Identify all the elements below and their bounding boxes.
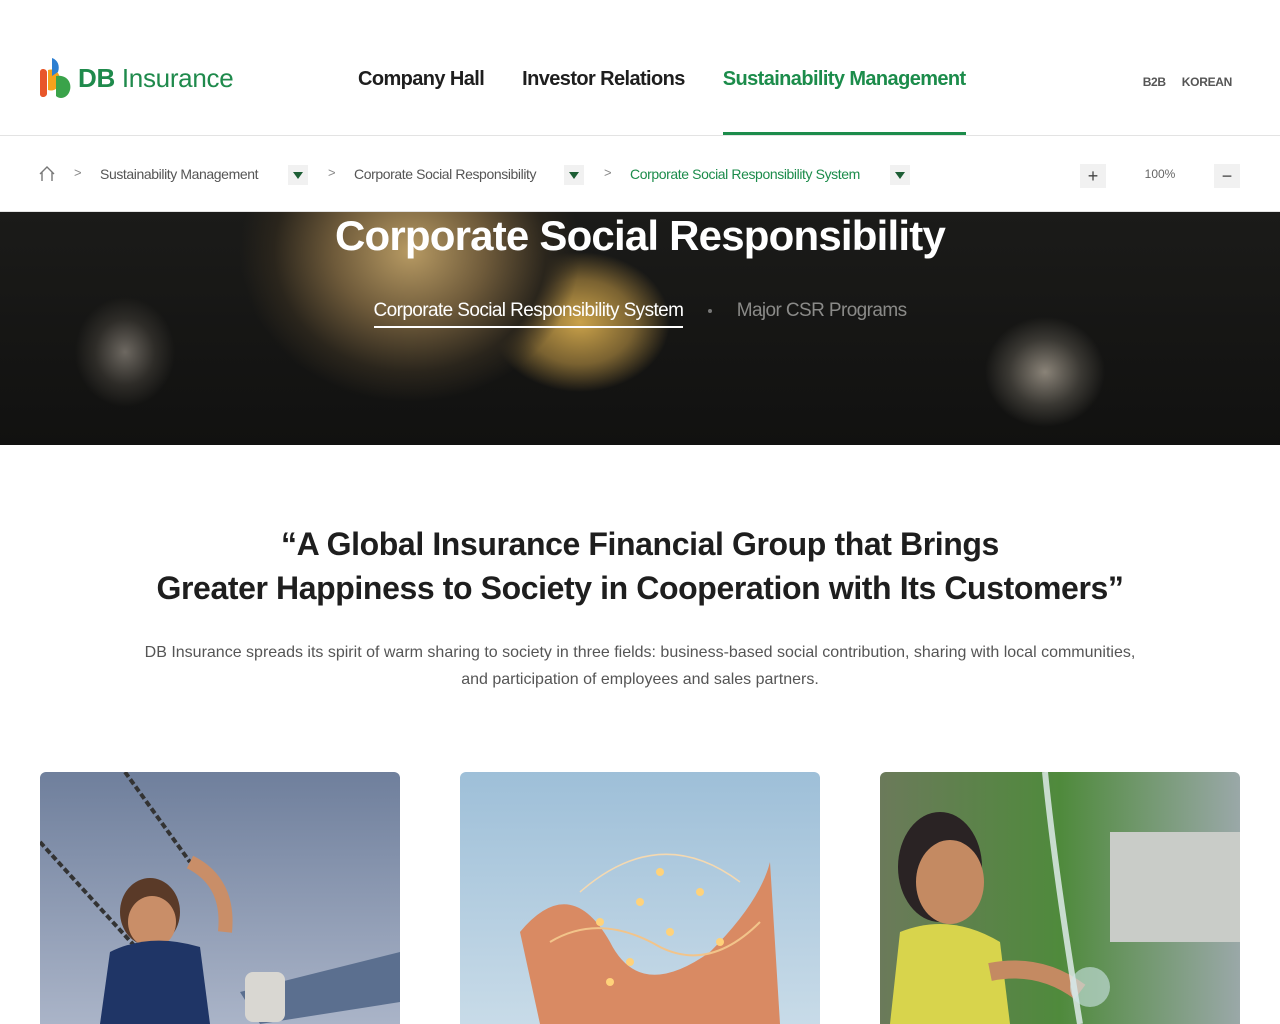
breadcrumb-dropdown-1[interactable] (288, 165, 308, 185)
db-insurance-logo[interactable]: DB Insurance (38, 56, 234, 100)
tab-csr-system[interactable]: Corporate Social Responsibility System (373, 300, 684, 328)
breadcrumb-item-csr-system[interactable]: Corporate Social Responsibility System (630, 166, 860, 182)
intro-description: DB Insurance spreads its spirit of warm … (100, 639, 1180, 693)
nav-item-company-hall[interactable]: Company Hall (358, 68, 485, 136)
nav-item-investor-relations[interactable]: Investor Relations (522, 68, 685, 136)
breadcrumb-item-csr[interactable]: Corporate Social Responsibility (354, 166, 537, 182)
breadcrumb-dropdown-2[interactable] (564, 165, 584, 185)
card-image-lights (460, 772, 820, 1024)
zoom-level: 100% (1144, 167, 1176, 181)
vision-quote-line-1: “A Global Insurance Financial Group that… (281, 526, 999, 562)
site-header: DB Insurance Company Hall Investor Relat… (0, 0, 1280, 136)
tab-major-csr-programs[interactable]: Major CSR Programs (737, 300, 907, 326)
breadcrumb: > Sustainability Management > Corporate … (0, 136, 1280, 212)
hero-tabs: Corporate Social Responsibility System M… (0, 300, 1280, 328)
tab-divider-dot (708, 308, 713, 313)
breadcrumb-item-sustainability[interactable]: Sustainability Management (100, 166, 259, 182)
nav-item-sustainability-management[interactable]: Sustainability Management (722, 68, 966, 136)
hero-banner: Corporate Social Responsibility Corporat… (0, 212, 1280, 445)
breadcrumb-separator: > (604, 165, 612, 180)
language-link[interactable]: KOREAN (1182, 75, 1233, 89)
page-title: Corporate Social Responsibility (335, 212, 946, 259)
breadcrumb-separator: > (74, 165, 82, 180)
brand-name: DB Insurance (78, 62, 234, 93)
card-image-water-child (880, 772, 1240, 1024)
zoom-out-button[interactable]: − (1214, 164, 1240, 188)
vision-quote: “A Global Insurance Financial Group that… (0, 522, 1280, 610)
db-logo-icon (40, 58, 71, 98)
utility-links: B2B KOREAN (1143, 75, 1233, 89)
breadcrumb-dropdown-3[interactable] (890, 165, 910, 185)
intro-description-line-2: and participation of employees and sales… (461, 671, 819, 688)
zoom-in-button[interactable]: + (1080, 164, 1106, 188)
home-icon[interactable] (38, 165, 56, 183)
main-navigation: Company Hall Investor Relations Sustaina… (358, 68, 1004, 136)
breadcrumb-separator: > (328, 165, 336, 180)
card-image-swing (40, 772, 400, 1024)
intro-description-line-1: DB Insurance spreads its spirit of warm … (144, 644, 1136, 661)
vision-quote-line-2: Greater Happiness to Society in Cooperat… (156, 570, 1124, 606)
b2b-link[interactable]: B2B (1143, 75, 1166, 89)
